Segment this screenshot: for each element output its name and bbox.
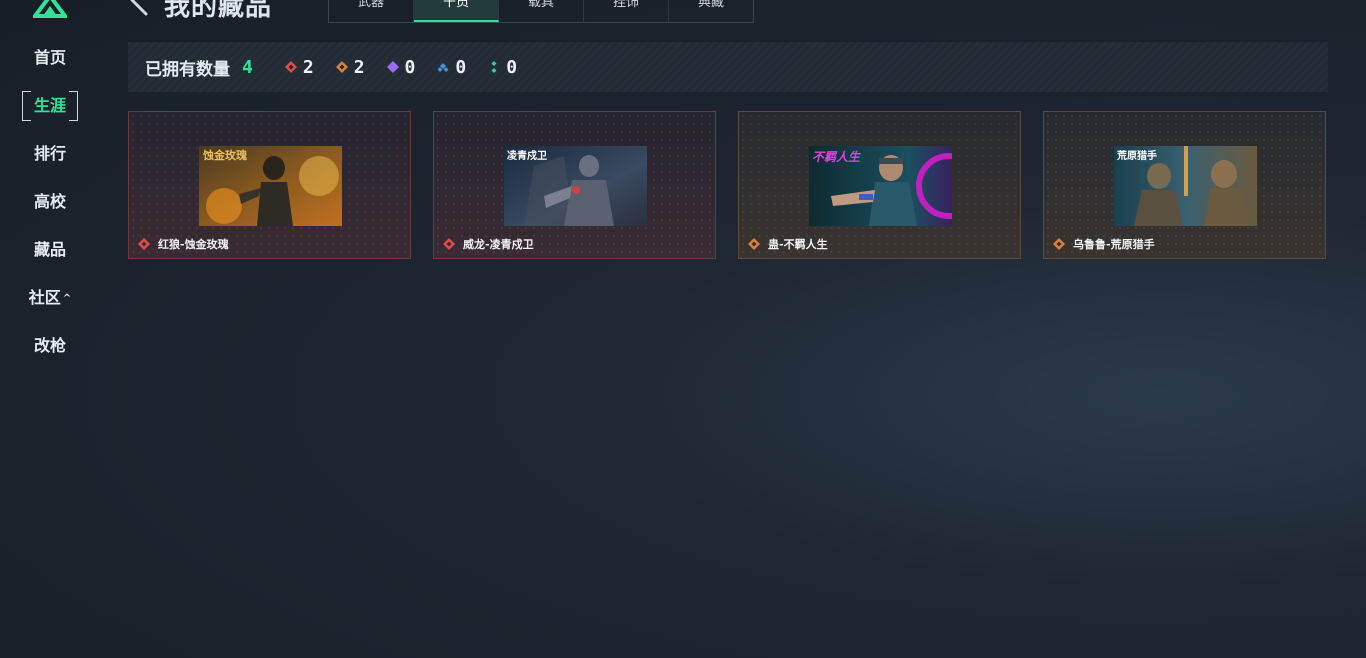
- rarity-count: 0: [404, 56, 416, 78]
- nav-item-label: 社区: [28, 288, 61, 307]
- ownership-stats-bar: 已拥有数量 4 2 2 0 0 0: [128, 42, 1328, 92]
- sidebar: 首页 生涯 排行 高校 藏品 社区 ^ 改枪: [0, 0, 100, 658]
- red-diamond-icon: [284, 61, 297, 73]
- nav-item-label: 高校: [33, 192, 66, 211]
- orange-diamond-icon: [1053, 238, 1065, 250]
- nav-item-home[interactable]: 首页: [22, 43, 78, 73]
- card-label: 红狼-蚀金玫瑰: [138, 236, 229, 252]
- collection-card[interactable]: 不羁人生 蛊-不羁人生: [738, 111, 1021, 259]
- tab-collector[interactable]: 典藏: [669, 0, 753, 22]
- rarity-stat-blue: 0: [437, 57, 466, 78]
- nav-item-label: 排行: [33, 144, 66, 163]
- card-label: 乌鲁鲁-荒原猎手: [1053, 236, 1155, 252]
- rarity-stat-green: 0: [488, 57, 517, 78]
- nav-item-college[interactable]: 高校: [22, 187, 78, 217]
- orange-diamond-icon: [748, 238, 760, 250]
- card-name: 乌鲁鲁-荒原猎手: [1073, 238, 1155, 251]
- app-logo-icon[interactable]: [33, 0, 67, 18]
- collection-card[interactable]: 蚀金玫瑰 红狼-蚀金玫瑰: [128, 111, 411, 259]
- operator-skin-image: 不羁人生: [809, 146, 952, 226]
- rarity-count: 2: [302, 56, 314, 78]
- skin-image-caption: 凌青戍卫: [507, 149, 547, 162]
- nav-item-label: 改枪: [33, 336, 66, 355]
- tab-operators[interactable]: 干员: [414, 0, 499, 22]
- skin-image-caption: 不羁人生: [812, 150, 862, 164]
- chevron-up-icon: ^: [62, 292, 72, 304]
- card-name: 红狼-蚀金玫瑰: [158, 238, 229, 251]
- nav-item-community[interactable]: 社区 ^: [22, 283, 78, 313]
- collection-card[interactable]: 荒原猎手 乌鲁鲁-荒原猎手: [1043, 111, 1326, 259]
- category-tabs: 武器 干员 载具 挂饰 典藏: [328, 0, 754, 23]
- orange-diamond-icon: [335, 61, 348, 73]
- card-label: 蛊-不羁人生: [748, 236, 828, 252]
- card-name: 威龙-凌青戍卫: [463, 238, 534, 251]
- blue-diamond-icon: [437, 63, 449, 72]
- rarity-count: 2: [353, 56, 365, 78]
- operator-skin-image: 凌青戍卫: [504, 146, 647, 226]
- nav-item-ranking[interactable]: 排行: [22, 139, 78, 169]
- tab-charms[interactable]: 挂饰: [584, 0, 669, 22]
- rarity-stat-purple: 0: [386, 56, 416, 78]
- purple-diamond-icon: [386, 61, 399, 73]
- owned-count-value: 4: [242, 56, 253, 78]
- rarity-count: 0: [506, 56, 518, 78]
- red-diamond-icon: [443, 238, 455, 250]
- skin-image-caption: 荒原猎手: [1116, 149, 1157, 162]
- nav-item-label: 生涯: [33, 96, 66, 115]
- page-title: 我的藏品: [164, 0, 273, 22]
- tab-weapons[interactable]: 武器: [329, 0, 414, 22]
- tab-vehicles[interactable]: 载具: [499, 0, 584, 22]
- green-diamond-icon: [491, 61, 497, 73]
- card-name: 蛊-不羁人生: [768, 238, 828, 251]
- rarity-count: 0: [455, 56, 467, 78]
- red-diamond-icon: [138, 238, 150, 250]
- rarity-stat-red: 2: [284, 56, 314, 78]
- nav-item-label: 藏品: [33, 240, 66, 259]
- card-label: 威龙-凌青戍卫: [443, 236, 534, 252]
- owned-count-label: 已拥有数量: [145, 59, 230, 80]
- nav-item-collection[interactable]: 藏品: [22, 235, 78, 265]
- nav-item-gun-mod[interactable]: 改枪: [22, 331, 78, 361]
- skin-image-caption: 蚀金玫瑰: [202, 148, 247, 162]
- back-arrow-icon[interactable]: [128, 0, 150, 18]
- operator-skin-image: 荒原猎手: [1114, 146, 1257, 226]
- operator-skin-image: 蚀金玫瑰: [199, 146, 342, 226]
- rarity-stat-orange: 2: [335, 56, 365, 78]
- nav-item-label: 首页: [33, 48, 66, 67]
- nav-item-career[interactable]: 生涯: [22, 91, 78, 121]
- collection-card[interactable]: 凌青戍卫 威龙-凌青戍卫: [433, 111, 716, 259]
